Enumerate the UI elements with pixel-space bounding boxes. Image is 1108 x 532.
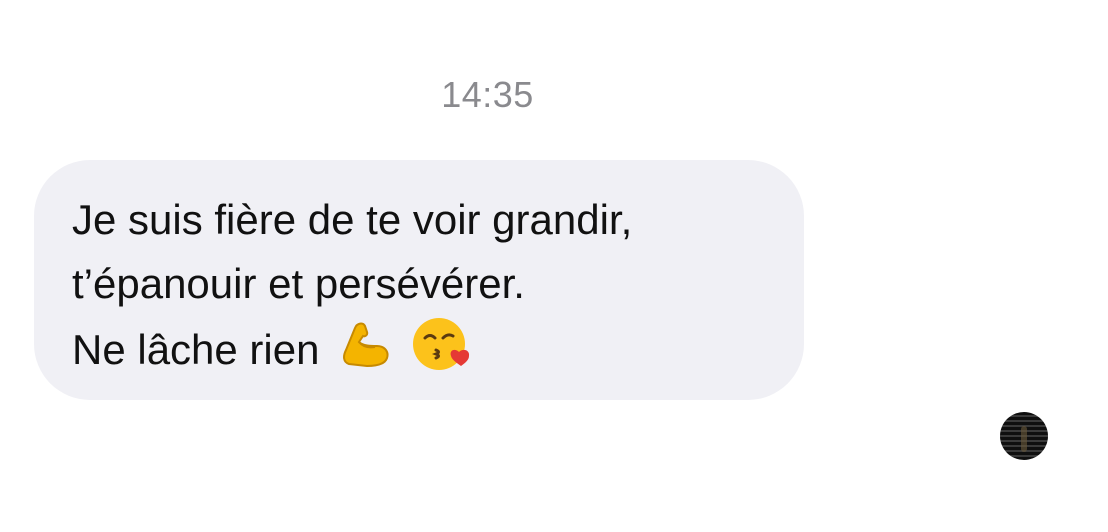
- face-blowing-kiss-icon: [411, 316, 471, 390]
- contact-avatar[interactable]: [1000, 412, 1048, 460]
- message-timestamp: 14:35: [441, 74, 534, 115]
- message-bubble[interactable]: Je suis fière de te voir grandir, t’épan…: [34, 160, 804, 400]
- message-line-3: Ne lâche rien: [72, 316, 768, 390]
- message-line-1: Je suis fière de te voir grandir,: [72, 196, 633, 243]
- flexed-biceps-icon: [337, 316, 393, 390]
- avatar-photo-icon: [1021, 426, 1027, 452]
- message-line-3-text: Ne lâche rien: [72, 326, 320, 374]
- message-line-2: t’épanouir et persévérer.: [72, 260, 525, 307]
